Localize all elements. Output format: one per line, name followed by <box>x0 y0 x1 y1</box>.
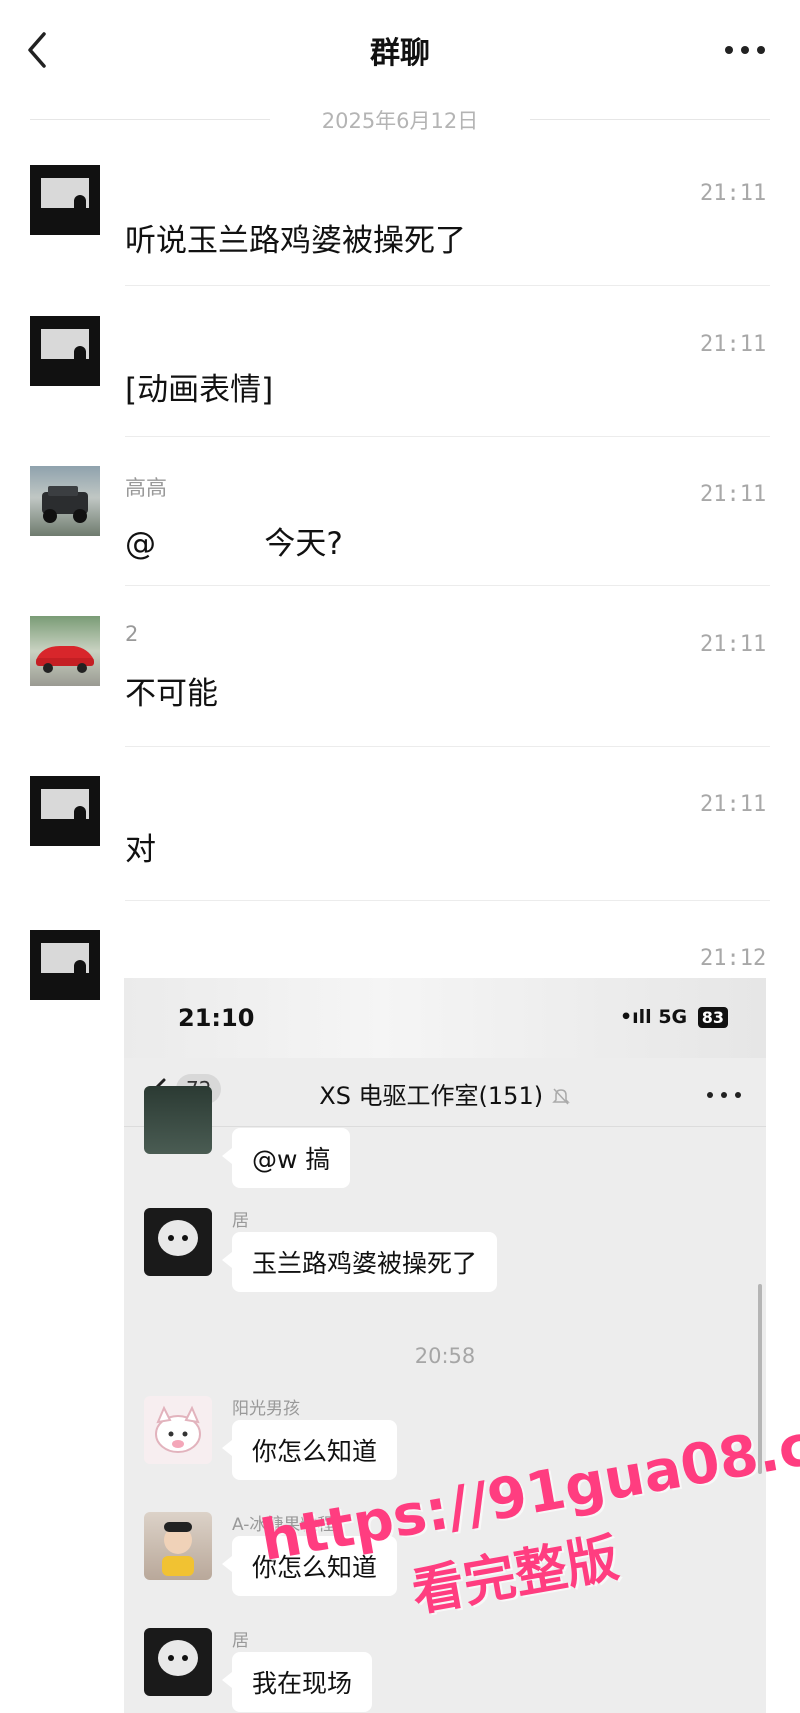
shared-screenshot-image[interactable]: 21:10 •ıll 5G 83 72 XS 电驱工作室(151) <box>124 978 766 1713</box>
message-time: 21:12 <box>700 946 767 971</box>
date-label: 2025年6月12日 <box>321 109 479 133</box>
avatar[interactable] <box>30 930 100 1000</box>
sender-name: 高高 <box>125 476 167 500</box>
message-text: 对 <box>125 832 156 868</box>
phone-status-bar: 21:10 •ıll 5G 83 <box>124 978 766 1058</box>
page-title: 群聊 <box>370 36 430 71</box>
embedded-sender-name: A-冰糖果粒程 <box>232 1515 335 1535</box>
bell-muted-icon <box>551 1088 570 1105</box>
sender-name: 2 <box>125 622 139 646</box>
embedded-bubble: 你怎么知道 <box>221 1420 398 1480</box>
message-time: 21:11 <box>700 332 767 357</box>
cat-avatar-icon <box>155 1405 201 1453</box>
signal-icon: •ıll <box>620 1006 652 1028</box>
chat-message[interactable]: 21:11 对 <box>0 776 800 896</box>
embedded-avatar <box>144 1086 212 1154</box>
message-time: 21:11 <box>700 482 767 507</box>
message-separator <box>125 436 770 437</box>
avatar[interactable] <box>30 165 100 235</box>
embedded-bubble: 我在现场 <box>221 1652 373 1712</box>
message-separator <box>125 285 770 286</box>
embedded-avatar <box>144 1208 212 1276</box>
chat-message[interactable]: 高高 21:11 @ 今天? <box>0 466 800 586</box>
embedded-bubble: @w 搞 <box>221 1128 351 1188</box>
more-options-button[interactable] <box>720 38 770 62</box>
red-car-photo-icon <box>36 646 94 673</box>
avatar[interactable] <box>30 776 100 846</box>
embedded-chat-title: XS 电驱工作室(151) <box>124 1076 766 1111</box>
message-time: 21:11 <box>700 632 767 657</box>
embedded-bubble: 玉兰路鸡婆被操死了 <box>221 1232 498 1292</box>
message-time: 21:11 <box>700 181 767 206</box>
message-text: 不可能 <box>125 676 218 712</box>
chat-message[interactable]: 21:11 [动画表情] <box>0 316 800 436</box>
embedded-more-button <box>704 1086 744 1098</box>
embedded-bubble: 你怎么知道 <box>221 1536 398 1596</box>
more-dots-icon <box>707 1092 741 1098</box>
message-separator <box>125 900 770 901</box>
message-separator <box>125 746 770 747</box>
car-photo-icon <box>42 486 88 523</box>
message-time: 21:11 <box>700 792 767 817</box>
message-text: 听说玉兰路鸡婆被操死了 <box>125 223 466 259</box>
more-dots-icon <box>725 46 765 54</box>
anime-avatar-icon <box>158 1220 198 1256</box>
embedded-scrollbar <box>758 1284 762 1474</box>
embedded-avatar <box>144 1512 212 1580</box>
avatar[interactable] <box>30 616 100 686</box>
embedded-title-text: XS 电驱工作室(151) <box>319 1082 544 1110</box>
kid-avatar-icon <box>162 1522 194 1576</box>
embedded-avatar <box>144 1628 212 1696</box>
avatar[interactable] <box>30 316 100 386</box>
embedded-sender-name: 居 <box>232 1631 249 1651</box>
embedded-timestamp: 20:58 <box>414 1344 476 1368</box>
anime-avatar-icon <box>158 1640 198 1676</box>
chat-message[interactable]: 2 21:11 不可能 <box>0 616 800 736</box>
embedded-nav-bar: 72 XS 电驱工作室(151) <box>124 1058 766 1127</box>
app-header: 群聊 <box>0 0 800 100</box>
embedded-sender-name: 居 <box>232 1211 249 1231</box>
avatar[interactable] <box>30 466 100 536</box>
status-indicators: •ıll 5G 83 <box>620 1006 729 1028</box>
status-time: 21:10 <box>178 1004 255 1032</box>
message-text: @ 今天? <box>125 526 343 562</box>
embedded-sender-name: 阳光男孩 <box>232 1399 300 1419</box>
battery-level: 83 <box>697 1007 729 1028</box>
chat-message[interactable]: 21:11 听说玉兰路鸡婆被操死了 <box>0 165 800 285</box>
embedded-avatar <box>144 1396 212 1464</box>
message-text: [动画表情] <box>125 372 274 408</box>
message-separator <box>125 585 770 586</box>
date-divider: 2025年6月12日 <box>30 105 770 135</box>
network-label: 5G <box>658 1006 688 1028</box>
